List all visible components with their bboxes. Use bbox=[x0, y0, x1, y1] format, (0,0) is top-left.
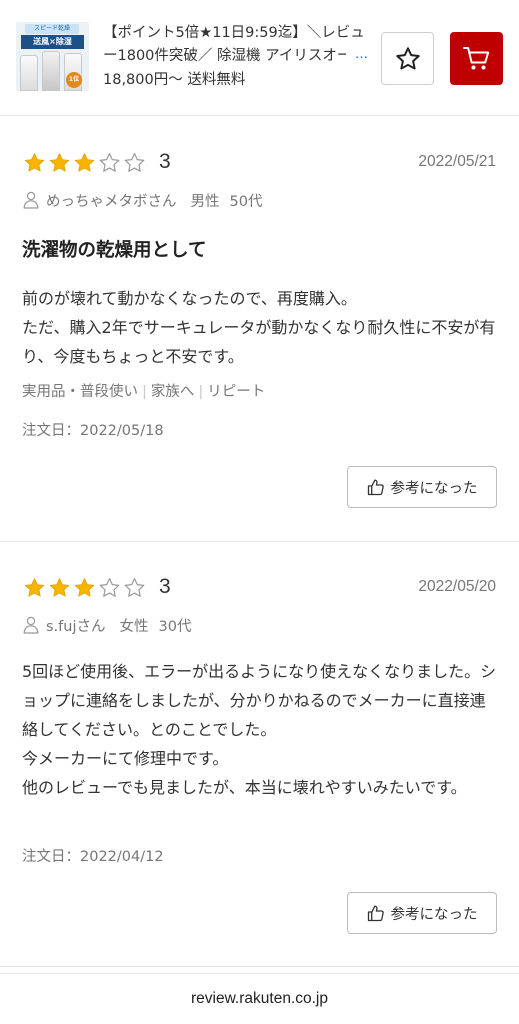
helpful-button[interactable]: 参考になった bbox=[347, 466, 497, 508]
star-filled-icon bbox=[49, 578, 70, 597]
reviewer-age: 30代 bbox=[158, 618, 192, 635]
tag-purchase-type: リピート bbox=[207, 384, 266, 400]
product-thumbnail[interactable]: スピード乾燥 送風×除湿 1位 bbox=[16, 22, 89, 91]
review-date: 2022/05/21 bbox=[418, 153, 496, 170]
tag-recipient: 家族へ bbox=[150, 384, 195, 400]
reviewer-gender: 男性 bbox=[190, 193, 220, 210]
review-card: 3 2022/05/20 s.fujさん 女性 30代 5回ほど使用後、エラーが… bbox=[0, 542, 519, 967]
reviewer-age: 50代 bbox=[229, 193, 263, 210]
review-page: スピード乾燥 送風×除湿 1位 【ポイント5倍★11日9:59迄】＼レビュー18… bbox=[0, 0, 519, 1024]
footer-url[interactable]: review.rakuten.co.jp bbox=[0, 988, 519, 1010]
ranking-badge: 1位 bbox=[66, 72, 82, 88]
order-date: 注文日：2022/05/18 bbox=[22, 423, 164, 439]
user-icon bbox=[23, 191, 39, 209]
thumbnail-headline-text: 送風×除湿 bbox=[21, 35, 84, 49]
product-price: 18,800円〜 送料無料 bbox=[103, 72, 246, 88]
title-more-indicator: … bbox=[346, 45, 368, 68]
thumbs-up-icon bbox=[367, 479, 384, 496]
star-filled-icon bbox=[74, 578, 95, 597]
star-empty-icon bbox=[99, 578, 120, 597]
reviewer-info: s.fujさん 女性 30代 bbox=[23, 614, 191, 636]
review-date: 2022/05/20 bbox=[418, 578, 496, 595]
user-icon bbox=[23, 616, 39, 634]
review-tags: 実用品・普段使い | 家族へ | リピート bbox=[22, 381, 265, 403]
star-empty-icon bbox=[99, 153, 120, 172]
product-header: スピード乾燥 送風×除湿 1位 【ポイント5倍★11日9:59迄】＼レビュー18… bbox=[0, 0, 519, 116]
star-rating bbox=[22, 576, 147, 600]
favorite-button[interactable] bbox=[381, 32, 434, 85]
tag-divider: | bbox=[142, 384, 147, 400]
star-filled-icon bbox=[49, 153, 70, 172]
dehumidifier-unit-image bbox=[20, 55, 38, 91]
helpful-label: 参考になった bbox=[390, 906, 478, 923]
tag-divider: | bbox=[198, 384, 204, 400]
reviewer-info: めっちゃメタボさん 男性 50代 bbox=[23, 189, 262, 211]
rating-number: 3 bbox=[159, 150, 171, 173]
star-empty-icon bbox=[124, 153, 145, 172]
add-to-cart-button[interactable] bbox=[450, 32, 503, 85]
star-empty-icon bbox=[124, 578, 145, 597]
thumbs-up-icon bbox=[367, 905, 384, 922]
star-filled-icon bbox=[24, 578, 45, 597]
reviewer-name[interactable]: s.fujさん bbox=[46, 615, 106, 636]
cart-icon bbox=[462, 46, 489, 69]
review-body: 前のが壊れて動かなくなったので、再度購入。 ただ、購入2年でサーキュレータが動か… bbox=[22, 289, 496, 366]
helpful-button[interactable]: 参考になった bbox=[347, 892, 497, 934]
star-filled-icon bbox=[24, 153, 45, 172]
order-date: 注文日：2022/04/12 bbox=[22, 849, 164, 865]
tag-usage: 実用品・普段使い bbox=[22, 384, 138, 400]
review-title: 洗濯物の乾燥用として bbox=[22, 240, 207, 261]
helpful-label: 参考になった bbox=[390, 480, 478, 497]
review-body: 5回ほど使用後、エラーが出るようになり使えなくなりました。ショップに連絡をしまし… bbox=[22, 662, 497, 797]
reviewer-gender: 女性 bbox=[119, 618, 149, 635]
rating-number: 3 bbox=[159, 575, 171, 598]
star-rating bbox=[22, 151, 147, 175]
thumbnail-banner-text: スピード乾燥 bbox=[25, 24, 79, 34]
review-card: 3 2022/05/21 めっちゃメタボさん 男性 50代 洗濯物の乾燥用として… bbox=[0, 117, 519, 542]
star-filled-icon bbox=[74, 153, 95, 172]
reviewer-name[interactable]: めっちゃメタボさん bbox=[46, 190, 177, 211]
product-title[interactable]: 【ポイント5倍★11日9:59迄】＼レビュー1800件突破／ 除湿機 アイリスオ… bbox=[103, 22, 369, 68]
footer-divider bbox=[0, 973, 519, 974]
star-outline-icon bbox=[395, 46, 420, 70]
dehumidifier-unit-image bbox=[42, 51, 60, 91]
